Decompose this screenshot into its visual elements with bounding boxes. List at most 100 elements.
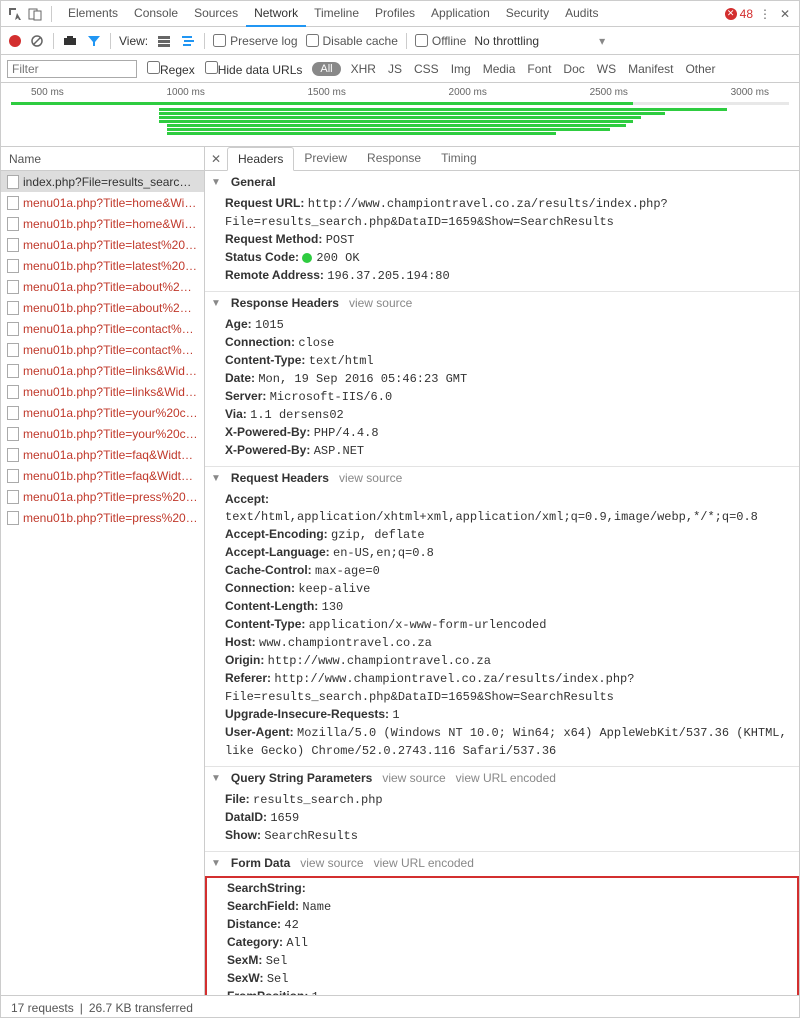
header-key: Content-Type: [225,617,305,631]
header-value: en-US,en;q=0.8 [333,546,434,560]
request-row[interactable]: menu01b.php?Title=your%20cha... [1,423,204,444]
request-row[interactable]: menu01a.php?Title=faq&Width=... [1,444,204,465]
file-icon [7,427,19,441]
request-row[interactable]: menu01a.php?Title=contact%20i... [1,318,204,339]
tab-elements[interactable]: Elements [60,1,126,27]
tab-network[interactable]: Network [246,1,306,27]
request-row[interactable]: menu01b.php?Title=latest%20res... [1,255,204,276]
request-row[interactable]: menu01a.php?Title=home&Widt... [1,192,204,213]
header-value: text/html,application/xhtml+xml,applicat… [225,510,758,524]
view-source-link[interactable]: view source [300,856,363,870]
menu-icon[interactable]: ⋮ [757,6,773,22]
filter-type-xhr[interactable]: XHR [351,62,376,76]
section-header[interactable]: ▼Response Headersview source [205,292,799,314]
header-value: Sel [266,954,288,968]
header-entry: Date: Mon, 19 Sep 2016 05:46:23 GMT [225,370,793,388]
header-key: Content-Length: [225,599,318,613]
header-entry: Referer: http://www.championtravel.co.za… [225,670,793,706]
header-value: All [286,936,308,950]
timeline-tick: 1000 ms [166,87,204,98]
section-header[interactable]: ▼Form Dataview sourceview URL encoded [205,852,799,874]
request-row[interactable]: menu01b.php?Title=home&Widt... [1,213,204,234]
header-key: Age: [225,317,252,331]
file-icon [7,238,19,252]
clear-icon[interactable] [29,33,45,49]
tab-sources[interactable]: Sources [186,1,246,27]
header-entry: SearchField: Name [227,898,791,916]
detail-tab-preview[interactable]: Preview [294,147,357,170]
large-rows-icon[interactable] [156,33,172,49]
header-key: Cache-Control: [225,563,312,577]
close-icon[interactable]: ✕ [777,6,793,22]
view-source-link[interactable]: view source [382,771,445,785]
offline-checkbox[interactable]: Offline [415,34,466,48]
waterfall-icon[interactable] [180,33,196,49]
request-row[interactable]: menu01a.php?Title=your%20cha... [1,402,204,423]
timeline-tick: 1500 ms [308,87,346,98]
section-header[interactable]: ▼General [205,171,799,193]
regex-checkbox[interactable]: Regex [147,61,195,77]
request-row[interactable]: menu01a.php?Title=about%20ch... [1,276,204,297]
request-name: menu01a.php?Title=contact%20i... [23,322,198,336]
view-label: View: [119,34,148,48]
section-header[interactable]: ▼Request Headersview source [205,467,799,489]
record-button[interactable] [9,35,21,47]
filter-type-doc[interactable]: Doc [563,62,584,76]
device-icon[interactable] [27,6,43,22]
request-row[interactable]: menu01a.php?Title=links&Width... [1,360,204,381]
request-row[interactable]: menu01b.php?Title=links&Width... [1,381,204,402]
filter-input[interactable] [7,60,137,78]
request-row[interactable]: menu01a.php?Title=latest%20res... [1,234,204,255]
capture-icon[interactable] [62,33,78,49]
disable-cache-checkbox[interactable]: Disable cache [306,34,398,48]
file-icon [7,343,19,357]
filter-type-img[interactable]: Img [451,62,471,76]
tab-security[interactable]: Security [498,1,557,27]
filter-type-other[interactable]: Other [685,62,715,76]
view-source-link[interactable]: view source [339,471,402,485]
view-url-encoded-link[interactable]: view URL encoded [456,771,556,785]
inspect-icon[interactable] [7,6,23,22]
tab-profiles[interactable]: Profiles [367,1,423,27]
detail-tab-timing[interactable]: Timing [431,147,487,170]
request-row[interactable]: menu01b.php?Title=press%20rel... [1,507,204,528]
filter-all-chip[interactable]: All [312,62,340,76]
filter-type-font[interactable]: Font [527,62,551,76]
header-value: 196.37.205.194:80 [327,269,449,283]
preserve-log-checkbox[interactable]: Preserve log [213,34,297,48]
file-icon [7,196,19,210]
header-key: DataID: [225,810,267,824]
request-row[interactable]: menu01b.php?Title=about%20ch... [1,297,204,318]
header-entry: Status Code: 200 OK [225,249,793,267]
name-column-header[interactable]: Name [1,147,204,171]
timeline-tick: 3000 ms [731,87,769,98]
filter-icon[interactable] [86,33,102,49]
filter-type-js[interactable]: JS [388,62,402,76]
header-value: keep-alive [298,582,370,596]
section-header[interactable]: ▼Query String Parametersview sourceview … [205,767,799,789]
tab-application[interactable]: Application [423,1,498,27]
filter-type-css[interactable]: CSS [414,62,439,76]
throttling-select[interactable]: No throttling▾ [474,34,605,48]
request-row[interactable]: menu01b.php?Title=faq&Width=... [1,465,204,486]
detail-tab-response[interactable]: Response [357,147,431,170]
request-row[interactable]: menu01b.php?Title=contact%20i... [1,339,204,360]
hide-data-urls-checkbox[interactable]: Hide data URLs [205,61,303,77]
view-source-link[interactable]: view source [349,296,412,310]
request-row[interactable]: menu01a.php?Title=press%20rele... [1,486,204,507]
close-details-icon[interactable]: ✕ [205,152,227,166]
timeline-overview[interactable]: 500 ms1000 ms1500 ms2000 ms2500 ms3000 m… [1,83,799,147]
filter-type-media[interactable]: Media [483,62,516,76]
detail-tab-headers[interactable]: Headers [227,147,294,171]
tab-console[interactable]: Console [126,1,186,27]
request-row[interactable]: index.php?File=results_search.ph... [1,171,204,192]
file-icon [7,490,19,504]
request-name: menu01a.php?Title=links&Width... [23,364,198,378]
filter-type-manifest[interactable]: Manifest [628,62,673,76]
section-request-headers: ▼Request Headersview sourceAccept: text/… [205,467,799,767]
tab-timeline[interactable]: Timeline [306,1,367,27]
tab-audits[interactable]: Audits [557,1,606,27]
view-url-encoded-link[interactable]: view URL encoded [374,856,474,870]
error-badge[interactable]: ✕48 [725,7,753,21]
filter-type-ws[interactable]: WS [597,62,616,76]
